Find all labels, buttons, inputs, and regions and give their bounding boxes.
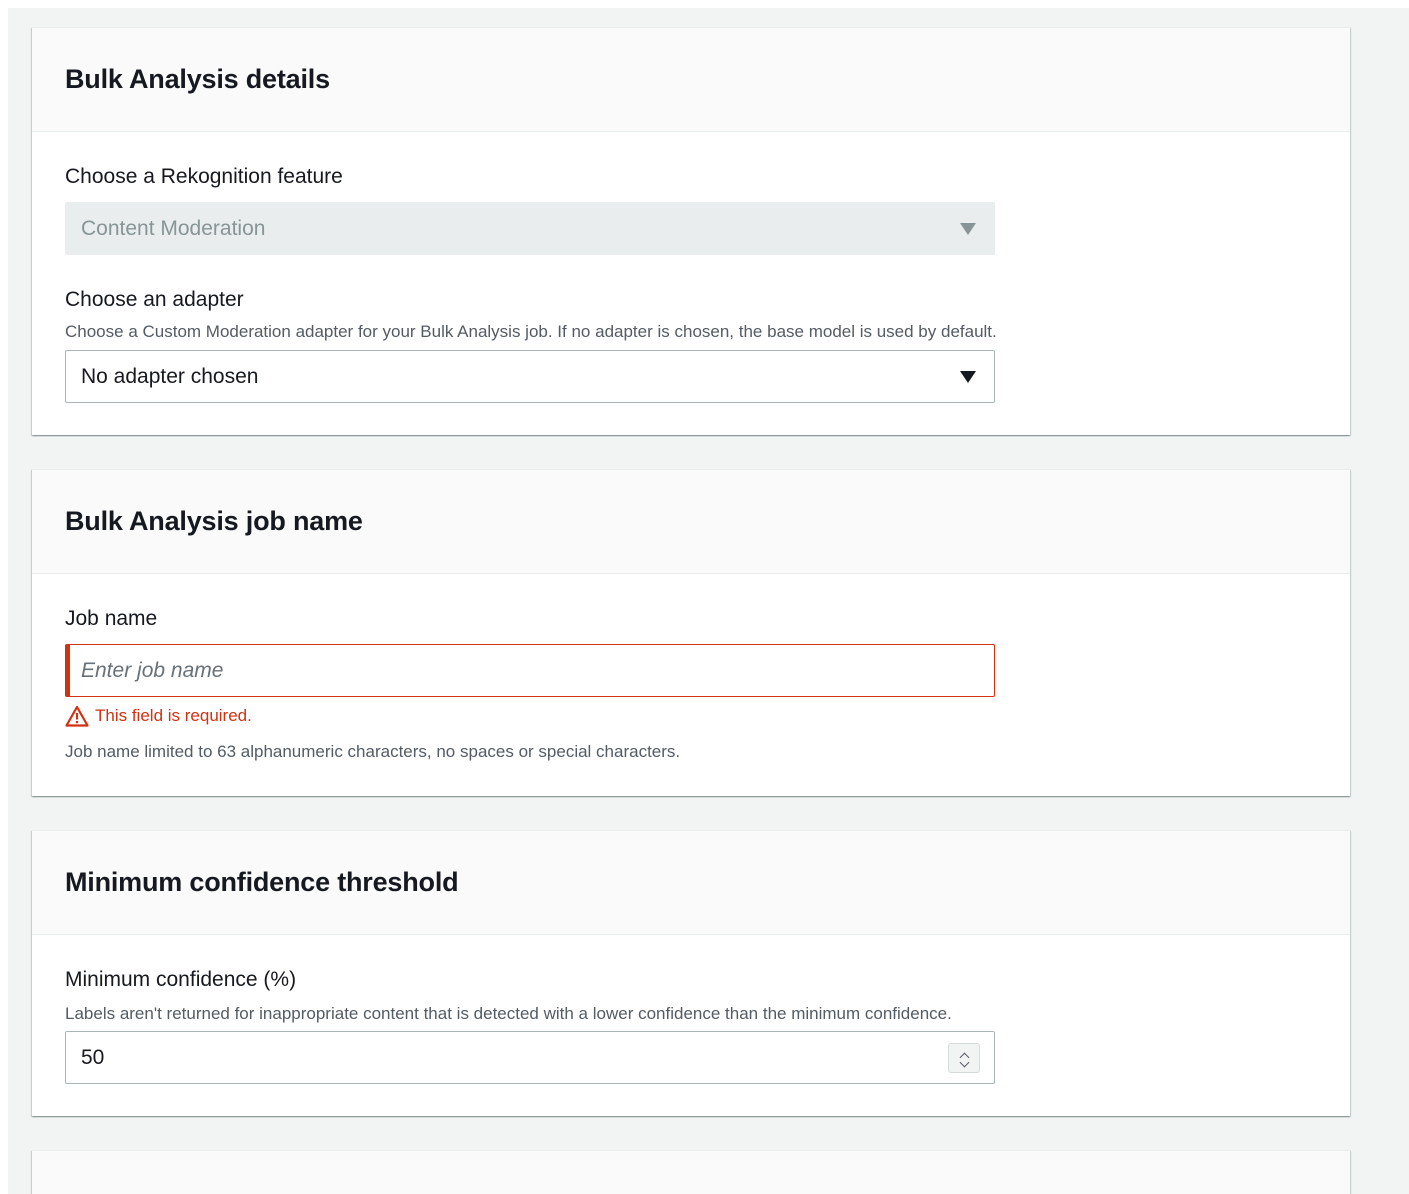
caret-down-icon <box>960 370 976 383</box>
confidence-description: Labels aren't returned for inappropriate… <box>65 1004 952 1023</box>
job-name-error: This field is required. <box>65 705 252 727</box>
bulk-analysis-details-panel: Bulk Analysis details Choose a Rekogniti… <box>32 27 1350 435</box>
next-panel <box>32 1150 1350 1194</box>
confidence-value: 50 <box>81 1045 105 1069</box>
panel-header: Minimum confidence threshold <box>32 831 1350 935</box>
confidence-input[interactable]: 50 <box>65 1031 995 1084</box>
page: Bulk Analysis details Choose a Rekogniti… <box>0 0 1409 1194</box>
job-name-placeholder: Enter job name <box>81 658 224 682</box>
panel-title: Bulk Analysis details <box>65 64 330 94</box>
panel-body: Job name Enter job name This field is re… <box>32 574 1350 796</box>
left-strip <box>0 0 8 1194</box>
panel-header: Bulk Analysis details <box>32 28 1350 132</box>
caret-down-icon <box>960 222 976 235</box>
confidence-threshold-panel: Minimum confidence threshold Minimum con… <box>32 830 1350 1116</box>
job-name-constraint: Job name limited to 63 alphanumeric char… <box>65 742 681 761</box>
panel-title: Minimum confidence threshold <box>65 867 459 897</box>
panel-body: Choose a Rekognition feature Content Mod… <box>32 132 1350 435</box>
feature-select[interactable]: Content Moderation <box>65 202 995 255</box>
panel-header <box>32 1151 1350 1194</box>
warning-triangle-icon <box>65 705 89 727</box>
job-name-input[interactable]: Enter job name <box>65 644 995 697</box>
feature-select-value: Content Moderation <box>81 216 266 240</box>
feature-label: Choose a Rekognition feature <box>65 165 343 188</box>
panel-body: Minimum confidence (%) Labels aren't ret… <box>32 935 1350 1116</box>
job-name-label: Job name <box>65 607 158 630</box>
top-strip <box>0 0 1409 8</box>
panel-header: Bulk Analysis job name <box>32 470 1350 574</box>
chevron-up-down-icon[interactable] <box>948 1043 980 1073</box>
job-name-panel: Bulk Analysis job name Job name Enter jo… <box>32 469 1350 796</box>
adapter-description: Choose a Custom Moderation adapter for y… <box>65 322 997 341</box>
confidence-label: Minimum confidence (%) <box>65 968 297 991</box>
error-text: This field is required. <box>95 706 252 725</box>
adapter-select-value: No adapter chosen <box>81 364 259 388</box>
adapter-label: Choose an adapter <box>65 288 244 311</box>
panel-title: Bulk Analysis job name <box>65 506 363 536</box>
adapter-select[interactable]: No adapter chosen <box>65 350 995 403</box>
